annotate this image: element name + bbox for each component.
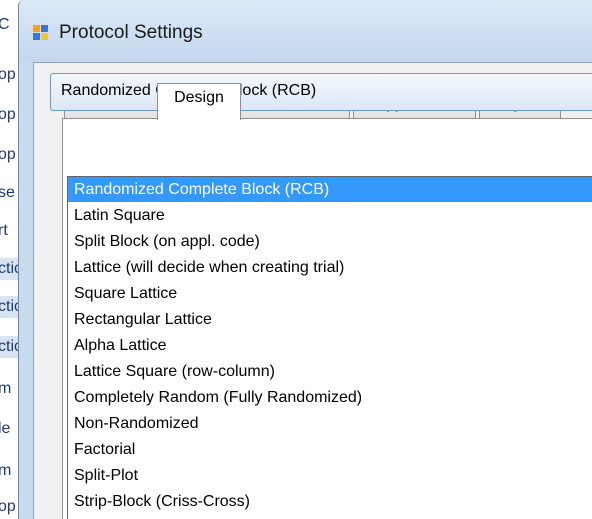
design-option-split-block[interactable]: Split Block (on appl. code) xyxy=(68,229,592,254)
screen: C op op op se rt ctic ctic ctic m le m o… xyxy=(0,0,592,519)
design-option-latin-square[interactable]: Latin Square xyxy=(68,203,592,228)
tab-design[interactable]: Design xyxy=(157,83,241,120)
title-bar[interactable]: Protocol Settings xyxy=(19,0,592,62)
design-option-rcb[interactable]: Randomized Complete Block (RCB) xyxy=(68,177,592,202)
design-option-lattice[interactable]: Lattice (will decide when creating trial… xyxy=(68,255,592,280)
design-option-split-plot[interactable]: Split-Plot xyxy=(68,463,592,488)
design-type-dropdown-list[interactable]: Randomized Complete Block (RCB) Latin Sq… xyxy=(67,176,592,519)
design-option-non-randomized[interactable]: Non-Randomized xyxy=(68,411,592,436)
design-option-completely-random[interactable]: Completely Random (Fully Randomized) xyxy=(68,385,592,410)
window-title: Protocol Settings xyxy=(59,22,203,43)
design-option-strip-block[interactable]: Strip-Block (Criss-Cross) xyxy=(68,489,592,514)
design-option-alpha-lattice[interactable]: Alpha Lattice xyxy=(68,333,592,358)
design-option-rectangular-lattice[interactable]: Rectangular Lattice xyxy=(68,307,592,332)
design-option-lattice-square[interactable]: Lattice Square (row-column) xyxy=(68,359,592,384)
design-option-factorial[interactable]: Factorial xyxy=(68,437,592,462)
design-option-square-lattice[interactable]: Square Lattice xyxy=(68,281,592,306)
design-type-combobox[interactable]: Randomized Complete Block (RCB) xyxy=(50,73,592,111)
app-icon xyxy=(33,25,49,41)
